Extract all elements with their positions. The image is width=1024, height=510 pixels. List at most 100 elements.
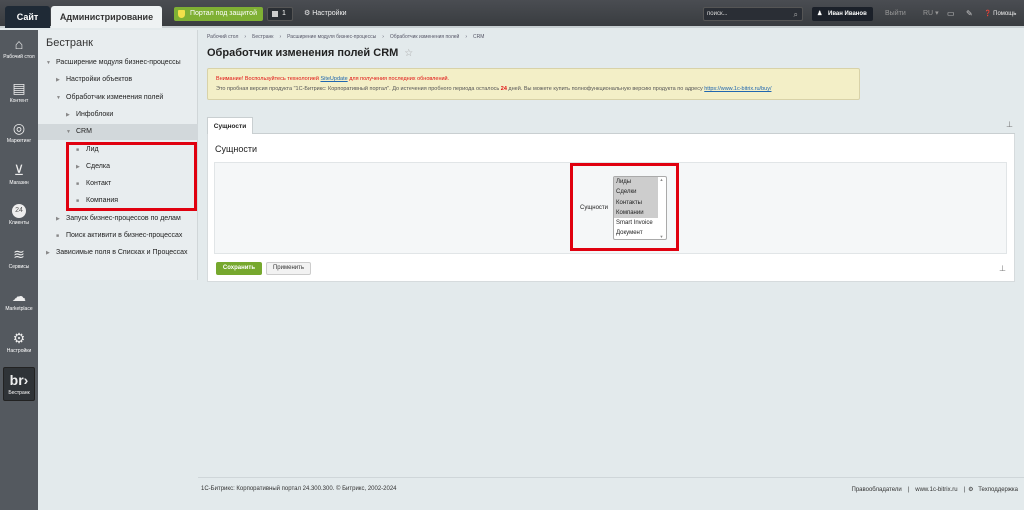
trial-text-mid: дней. Вы можете купить полнофункциональн… bbox=[506, 86, 705, 92]
menu-item-label: Настройки объектов bbox=[66, 76, 133, 84]
highlight-box-menu bbox=[66, 142, 197, 211]
menu-item-label: Расширение модуля бизнес-процессы bbox=[56, 59, 181, 66]
secure-portal-button[interactable]: Портал под защитой bbox=[174, 7, 263, 21]
trial-notice: Внимание! Воспользуйтесь технологией Sit… bbox=[207, 68, 860, 100]
rail-item-marketing[interactable]: ◎ Маркетинг bbox=[0, 120, 38, 144]
breadcrumb-item[interactable]: Бестранк bbox=[252, 34, 273, 40]
footer-link[interactable]: www.1c-bitrix.ru bbox=[915, 487, 957, 493]
clients-icon: 24 bbox=[12, 204, 26, 218]
trial-text: Это пробная версия продукта "1С-Битрикс:… bbox=[216, 86, 501, 92]
settings-label: Настройки bbox=[312, 10, 347, 17]
logout-link[interactable]: Выйти bbox=[885, 8, 906, 20]
user-icon: ♟ bbox=[817, 11, 823, 17]
menu-item[interactable]: ▶ Настройки объектов bbox=[38, 72, 198, 88]
breadcrumb: Рабочий стол › Бестранк › Расширение модуля … bbox=[207, 34, 490, 40]
apply-button[interactable]: Применить bbox=[266, 262, 311, 275]
admin-tab[interactable]: Администрирование bbox=[51, 6, 162, 28]
main-content: Рабочий стол › Бестранк › Расширение модуля … bbox=[198, 30, 1024, 510]
menu-item-label: Запуск бизнес-процессов по делам bbox=[66, 214, 181, 222]
gear-icon: ⚙ bbox=[968, 487, 976, 493]
help-button[interactable]: ❓ Помощь bbox=[984, 8, 1016, 20]
notifications-button[interactable]: 1 bbox=[267, 7, 293, 21]
star-icon[interactable]: ☆ bbox=[404, 48, 413, 59]
layers-icon: ≋ bbox=[13, 246, 25, 262]
site-tab[interactable]: Сайт bbox=[5, 6, 50, 28]
menu-item-label: Обработчик изменения полей bbox=[66, 93, 164, 101]
menu-item[interactable]: ▼ Расширение модуля бизнес-процессы bbox=[38, 55, 198, 71]
footer-divider bbox=[198, 477, 1024, 478]
rail-item-desktop[interactable]: ⌂ Рабочий стол bbox=[0, 36, 38, 60]
rail-label: Бестранк bbox=[8, 390, 30, 396]
arrow-icon: ▶ bbox=[56, 77, 60, 84]
notification-icon bbox=[272, 11, 278, 17]
menu-item[interactable]: ▼ Обработчик изменения полей bbox=[38, 90, 198, 106]
tab-entities[interactable]: Сущности bbox=[207, 117, 253, 134]
menu-item[interactable]: ▶ Запуск бизнес-процессов по делам bbox=[38, 211, 198, 227]
search-input[interactable]: поиск... ⌕ bbox=[703, 7, 803, 21]
save-button[interactable]: Сохранить bbox=[216, 262, 262, 275]
rail-label: Контент bbox=[9, 98, 29, 104]
rail-label: Маркетинг bbox=[6, 138, 32, 144]
pin-icon[interactable]: ⊥ bbox=[999, 264, 1006, 273]
arrow-icon: ▶ bbox=[46, 250, 50, 257]
target-icon: ◎ bbox=[12, 120, 26, 136]
secure-label: Портал под защитой bbox=[190, 10, 257, 17]
pin-icon[interactable]: ⊥ bbox=[1006, 120, 1013, 129]
menu-item-label: Инфоблоки bbox=[76, 110, 114, 118]
warn-text-end: для получения последних обновлений. bbox=[347, 76, 450, 82]
brand-icon: br› bbox=[9, 372, 29, 388]
highlight-box-select bbox=[570, 163, 679, 251]
top-bar: Сайт Администрирование Портал под защито… bbox=[0, 0, 1024, 28]
arrow-icon: ▼ bbox=[46, 60, 51, 66]
notif-count: 1 bbox=[282, 10, 286, 17]
window-icon[interactable]: ▭ bbox=[947, 9, 955, 18]
breadcrumb-item[interactable]: Рабочий стол bbox=[207, 34, 238, 40]
footer-link[interactable]: Правообладатели bbox=[852, 487, 902, 493]
buy-link[interactable]: https://www.1c-bitrix.ru/buy/ bbox=[704, 86, 771, 92]
page-title: Обработчик изменения полей CRM ☆ bbox=[207, 47, 413, 59]
menu-item[interactable]: ▶ Зависимые поля в Списках и Процессах bbox=[38, 245, 198, 261]
basket-icon: ⊻ bbox=[13, 162, 25, 178]
language-select[interactable]: RU ▾ bbox=[923, 8, 939, 20]
rail-label: Настройки bbox=[6, 348, 32, 354]
cloud-icon: ☁ bbox=[12, 288, 26, 304]
rail-item-settings[interactable]: ⚙ Настройки bbox=[0, 330, 38, 354]
user-name: Иван Иванов bbox=[828, 11, 867, 17]
help-label: Помощь bbox=[993, 11, 1017, 17]
footer-copyright: 1С-Битрикс: Корпоративный портал 24.300.… bbox=[201, 486, 397, 492]
breadcrumb-item[interactable]: CRM bbox=[473, 34, 484, 40]
rail-label: Marketplace bbox=[5, 306, 33, 312]
menu-item[interactable]: ■ Поиск активити в бизнес-процессах bbox=[38, 228, 198, 244]
search-placeholder: поиск... bbox=[707, 11, 728, 17]
rail-label: Сервисы bbox=[8, 264, 30, 270]
rail-item-clients[interactable]: 24 Клиенты bbox=[0, 204, 38, 226]
search-icon[interactable]: ⌕ bbox=[794, 9, 798, 21]
breadcrumb-separator: › bbox=[465, 34, 468, 40]
settings-button[interactable]: ⚙ Настройки bbox=[304, 8, 347, 20]
siteupdate-link[interactable]: SiteUpdate bbox=[320, 76, 347, 82]
rail-item-bestrank[interactable]: br› Бестранк bbox=[3, 367, 35, 401]
breadcrumb-separator: › bbox=[244, 34, 247, 40]
rail-item-marketplace[interactable]: ☁ Marketplace bbox=[0, 288, 38, 312]
document-icon: ▤ bbox=[12, 80, 26, 96]
user-button[interactable]: ♟ Иван Иванов bbox=[812, 7, 873, 21]
tab-bar: Сущности ⊥ bbox=[207, 117, 1015, 134]
arrow-icon: ▼ bbox=[56, 94, 61, 101]
arrow-icon: ■ bbox=[56, 233, 60, 239]
menu-item-label: Зависимые поля в Списках и Процессах bbox=[56, 249, 188, 257]
menu-item[interactable]: ▼ CRM bbox=[38, 124, 198, 141]
pin-icon[interactable]: ✎ bbox=[966, 9, 973, 18]
footer-link[interactable]: Техподдержка bbox=[978, 487, 1018, 493]
rail-item-shop[interactable]: ⊻ Магазин bbox=[0, 162, 38, 186]
breadcrumb-item[interactable]: Обработчик изменения полей bbox=[390, 34, 459, 40]
breadcrumb-item[interactable]: Расширение модуля бизнес-процессы bbox=[287, 34, 376, 40]
help-icon: ❓ bbox=[984, 11, 992, 17]
rail-item-services[interactable]: ≋ Сервисы bbox=[0, 246, 38, 270]
menu-item[interactable]: ▶ Инфоблоки bbox=[38, 107, 198, 123]
footer-separator: | bbox=[907, 487, 910, 493]
rail-label: Рабочий стол bbox=[3, 54, 35, 60]
warn-text: Внимание! Воспользуйтесь технологией bbox=[216, 76, 321, 82]
rail-item-content[interactable]: ▤ Контент bbox=[0, 80, 38, 104]
breadcrumb-separator: › bbox=[382, 34, 384, 40]
arrow-icon: ▼ bbox=[66, 129, 71, 136]
